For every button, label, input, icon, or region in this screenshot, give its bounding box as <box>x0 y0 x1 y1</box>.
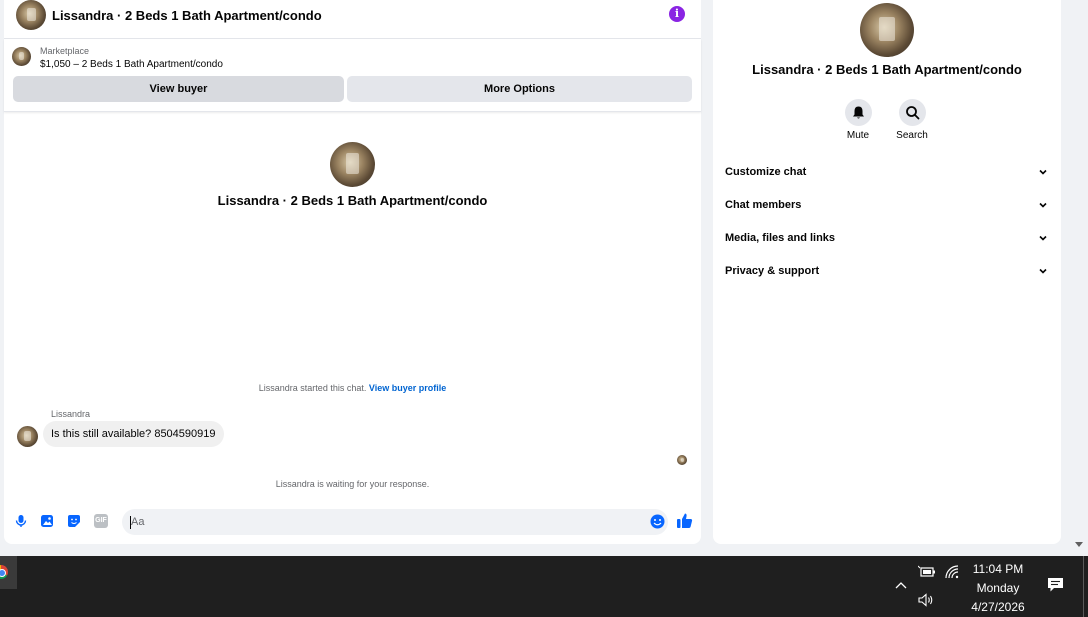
battery-icon[interactable] <box>918 565 936 579</box>
mute-circle[interactable] <box>844 99 872 126</box>
chrome-icon <box>0 565 8 579</box>
section-customize-chat[interactable]: Customize chat <box>725 162 1047 182</box>
chevron-down-icon <box>1039 268 1047 274</box>
search-icon <box>905 106 919 120</box>
clock-day: Monday <box>976 581 1020 595</box>
seen-indicator-avatar <box>677 455 687 465</box>
section-label: Privacy & support <box>725 265 820 277</box>
view-buyer-button[interactable]: View buyer <box>13 76 344 102</box>
chat-header: Lissandra · 2 Beds 1 Bath Apartment/cond… <box>4 0 701 39</box>
chevron-up-icon[interactable] <box>895 581 907 589</box>
chrome-taskbar-button[interactable] <box>0 556 17 589</box>
listing-thumbnail[interactable] <box>12 47 31 66</box>
bell-icon <box>852 106 864 119</box>
section-label: Customize chat <box>725 166 807 178</box>
search-circle[interactable] <box>898 99 926 126</box>
chevron-down-icon <box>1039 202 1047 208</box>
system-clock[interactable]: 11:04 PM Monday 4/27/2026 <box>962 560 1034 617</box>
wifi-icon[interactable] <box>944 564 960 580</box>
photo-icon[interactable] <box>40 514 54 528</box>
chat-started-notice: Lissandra started this chat. View buyer … <box>4 383 701 393</box>
info-icon[interactable]: i <box>669 6 685 22</box>
message-composer: GIF <box>4 505 701 539</box>
text-caret <box>130 516 131 529</box>
clock-date: 4/27/2026 <box>971 600 1025 614</box>
chat-title[interactable]: Lissandra · 2 Beds 1 Bath Apartment/cond… <box>52 8 322 23</box>
marketplace-listing: Marketplace $1,050 – 2 Beds 1 Bath Apart… <box>4 39 701 112</box>
taskbar: 11:04 PM Monday 4/27/2026 <box>0 556 1088 617</box>
more-options-button[interactable]: More Options <box>347 76 692 102</box>
message-bubble[interactable]: Is this still available? 8504590919 <box>43 421 224 447</box>
conversation-title: Lissandra · 2 Beds 1 Bath Apartment/cond… <box>217 193 488 208</box>
microphone-icon[interactable] <box>14 514 28 528</box>
chat-started-text: Lissandra started this chat. <box>258 383 367 393</box>
section-chat-members[interactable]: Chat members <box>725 195 1047 215</box>
info-panel-avatar[interactable] <box>860 3 914 57</box>
waiting-notice: Lissandra is waiting for your response. <box>275 479 430 489</box>
listing-price[interactable]: $1,050 – 2 Beds 1 Bath Apartment/condo <box>40 59 223 70</box>
section-label: Media, files and links <box>725 232 836 244</box>
view-buyer-profile-link[interactable]: View buyer profile <box>369 383 446 393</box>
clock-time: 11:04 PM <box>972 562 1024 576</box>
chat-info-panel: Lissandra · 2 Beds 1 Bath Apartment/cond… <box>713 0 1061 544</box>
search-label: Search <box>896 130 928 141</box>
message-input-box[interactable] <box>122 509 668 535</box>
section-label: Chat members <box>725 199 802 211</box>
message-input[interactable] <box>122 509 622 535</box>
header-avatar[interactable] <box>16 0 46 30</box>
sender-avatar[interactable] <box>17 426 38 447</box>
mute-label: Mute <box>846 130 870 141</box>
thumbs-up-icon[interactable] <box>676 512 693 529</box>
info-panel-title: Lissandra · 2 Beds 1 Bath Apartment/cond… <box>752 62 1022 77</box>
listing-source: Marketplace <box>40 46 90 56</box>
scroll-down-arrow[interactable] <box>1075 542 1083 547</box>
emoji-icon[interactable] <box>650 514 665 529</box>
conversation-avatar[interactable] <box>330 142 375 187</box>
chat-panel: Lissandra · 2 Beds 1 Bath Apartment/cond… <box>4 0 701 544</box>
chevron-down-icon <box>1039 169 1047 175</box>
gif-icon[interactable]: GIF <box>94 514 108 528</box>
section-privacy-support[interactable]: Privacy & support <box>725 261 1047 281</box>
search-button[interactable]: Search <box>892 99 932 141</box>
notification-icon[interactable] <box>1047 577 1064 593</box>
volume-icon[interactable] <box>918 593 934 607</box>
chevron-down-icon <box>1039 235 1047 241</box>
section-media-files-links[interactable]: Media, files and links <box>725 228 1047 248</box>
sender-name: Lissandra <box>51 409 91 419</box>
mute-button[interactable]: Mute <box>838 99 878 141</box>
show-desktop-button[interactable] <box>1083 556 1084 617</box>
sticker-icon[interactable] <box>67 514 81 528</box>
